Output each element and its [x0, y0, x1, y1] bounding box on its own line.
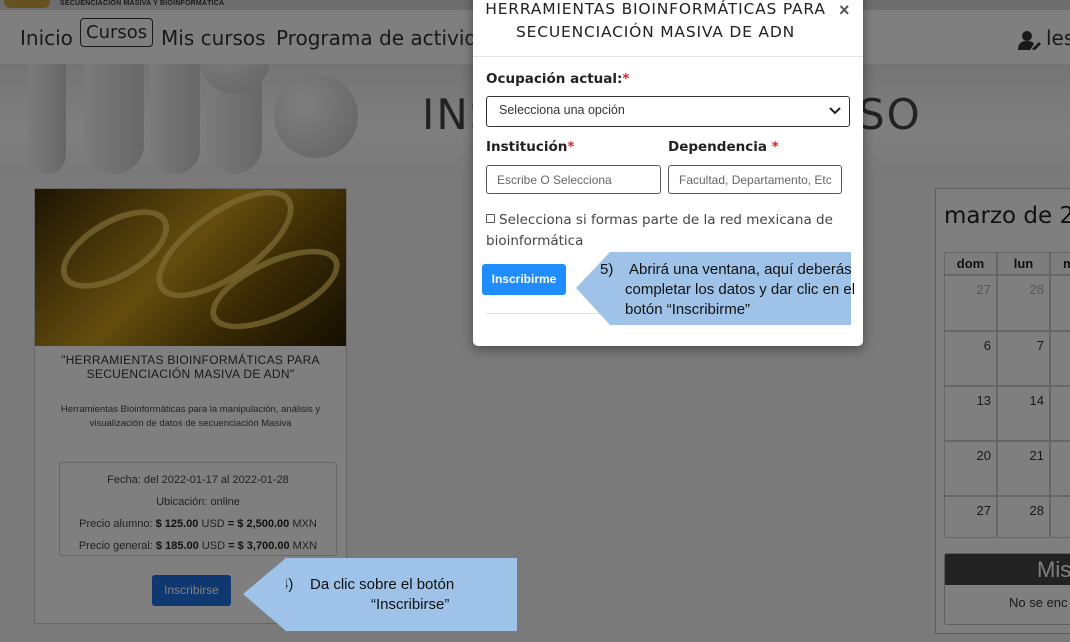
modal-divider: [473, 56, 863, 57]
callout-step-4-text-2: “Inscribirse”: [371, 596, 450, 613]
network-checkbox[interactable]: [486, 214, 495, 223]
close-icon[interactable]: ×: [839, 0, 850, 21]
required-mark: *: [771, 139, 779, 155]
occupation-select-value: Selecciona una opción: [499, 103, 625, 117]
chevron-down-icon: [829, 107, 841, 115]
institution-input[interactable]: Escribe O Selecciona: [486, 165, 661, 194]
callout-step-5-number: 5): [600, 261, 614, 278]
callout-step-5: 5) Abrirá una ventana, aquí deberás comp…: [600, 252, 855, 325]
callout-step-4-pointer: [243, 558, 286, 631]
modal-title: HERRAMIENTAS BIOINFORMÁTICAS PARA SECUEN…: [485, 0, 826, 41]
network-checkbox-label: Selecciona si formas parte de la red mex…: [486, 212, 833, 249]
required-mark: *: [567, 139, 575, 155]
callout-step-5-text: Abrirá una ventana, aquí deberás complet…: [625, 261, 856, 318]
required-mark: *: [622, 71, 630, 87]
institution-label: Institución*: [486, 139, 575, 155]
callout-step-4: 4) Da clic sobre el botón “Inscribirse”: [280, 558, 517, 631]
submit-button[interactable]: Inscribirme: [482, 264, 566, 295]
dependency-input[interactable]: Facultad, Departamento, Etc: [668, 165, 842, 194]
dependency-label: Dependencia *: [668, 139, 779, 155]
network-checkbox-row[interactable]: Selecciona si formas parte de la red mex…: [486, 210, 846, 252]
occupation-select[interactable]: Selecciona una opción: [486, 96, 850, 127]
occupation-label: Ocupación actual:*: [486, 71, 630, 87]
callout-step-4-text-1: Da clic sobre el botón: [310, 576, 455, 593]
